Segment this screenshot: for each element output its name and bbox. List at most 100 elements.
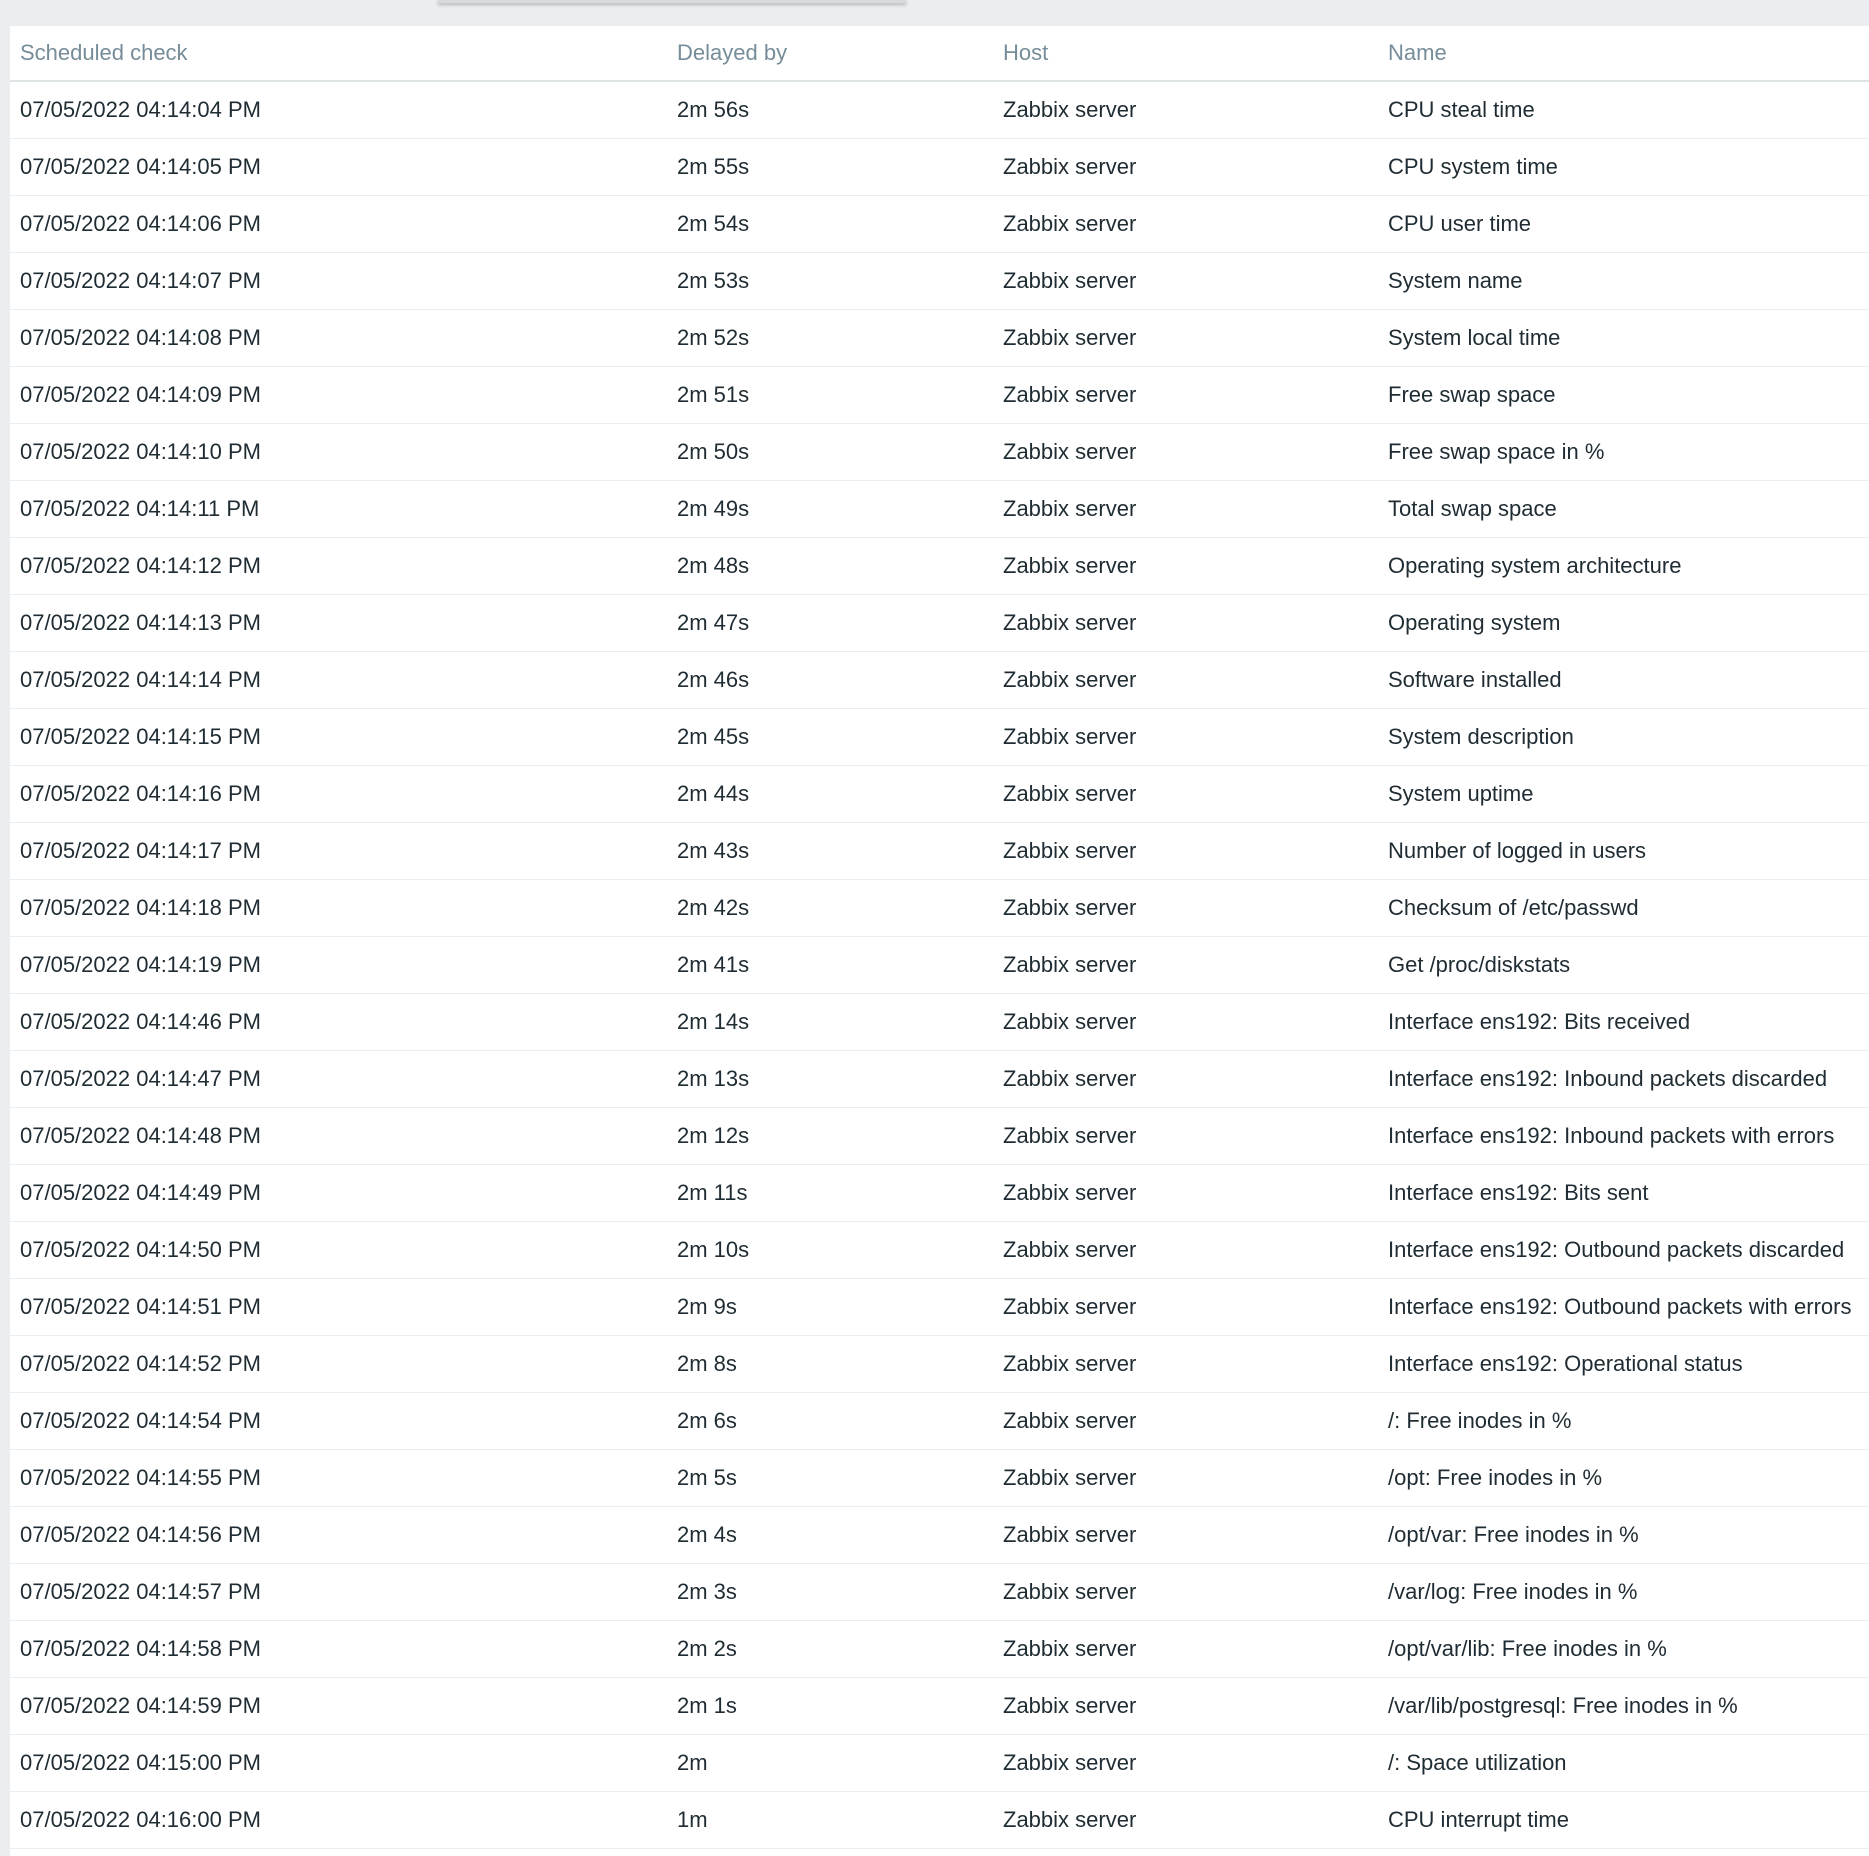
name-cell: CPU system time [1378,138,1869,196]
delayed-by-cell: 2m 41s [667,936,993,994]
table-row: 07/05/2022 04:14:11 PM 2m 49s Zabbix serve… [10,480,1869,538]
delayed-by-cell: 2m 50s [667,423,993,481]
scheduled-check-cell: 07/05/2022 04:14:49 PM [10,1164,667,1222]
host-cell: Zabbix server [993,1107,1378,1165]
scheduled-check-cell: 07/05/2022 04:14:12 PM [10,537,667,595]
host-cell: Zabbix server [993,1050,1378,1108]
delayed-by-cell: 2m 13s [667,1050,993,1108]
column-header-name: Name [1378,26,1869,82]
scheduled-check-cell: 07/05/2022 04:14:10 PM [10,423,667,481]
host-cell: Zabbix server [993,1506,1378,1564]
table-row: 07/05/2022 04:14:52 PM 2m 8s Zabbix server… [10,1335,1869,1393]
table-row: 07/05/2022 04:14:58 PM 2m 2s Zabbix server… [10,1620,1869,1678]
scheduled-check-cell: 07/05/2022 04:14:11 PM [10,480,667,538]
scheduled-check-cell: 07/05/2022 04:14:06 PM [10,195,667,253]
host-cell: Zabbix server [993,195,1378,253]
name-cell: System name [1378,252,1869,310]
name-cell: Interface ens192: Outbound packets with … [1378,1278,1869,1336]
name-cell: /: Free inodes in % [1378,1392,1869,1450]
delayed-by-cell: 2m 45s [667,708,993,766]
delayed-by-cell: 2m 8s [667,1335,993,1393]
scheduled-check-cell: 07/05/2022 04:14:18 PM [10,879,667,937]
name-cell: Interface ens192: Bits received [1378,993,1869,1051]
delayed-by-cell: 2m [667,1734,993,1792]
name-cell: System local time [1378,309,1869,367]
name-cell: CPU steal time [1378,81,1869,139]
host-cell: Zabbix server [993,1164,1378,1222]
scheduled-check-cell: 07/05/2022 04:14:13 PM [10,594,667,652]
delayed-by-cell: 2m 48s [667,537,993,595]
scheduled-check-cell: 07/05/2022 04:14:19 PM [10,936,667,994]
name-cell: Interface ens192: Bits sent [1378,1164,1869,1222]
host-cell: Zabbix server [993,1734,1378,1792]
scheduled-check-cell: 07/05/2022 04:14:47 PM [10,1050,667,1108]
host-cell: Zabbix server [993,252,1378,310]
name-cell: System uptime [1378,765,1869,823]
scheduled-check-cell: 07/05/2022 04:16:00 PM [10,1791,667,1849]
host-cell: Zabbix server [993,993,1378,1051]
table-row: 07/05/2022 04:14:49 PM 2m 11s Zabbix serve… [10,1164,1869,1222]
delayed-by-cell: 2m 5s [667,1449,993,1507]
delayed-by-cell: 2m 11s [667,1164,993,1222]
name-cell: /: Space utilization [1378,1734,1869,1792]
scheduled-check-cell: 07/05/2022 04:14:04 PM [10,81,667,139]
delayed-by-cell: 2m 42s [667,879,993,937]
host-cell: Zabbix server [993,1335,1378,1393]
scheduled-check-cell: 07/05/2022 04:14:48 PM [10,1107,667,1165]
scheduled-check-cell: 07/05/2022 04:14:14 PM [10,651,667,709]
table-row: 07/05/2022 04:14:06 PM 2m 54s Zabbix serve… [10,195,1869,253]
delayed-by-cell: 2m 43s [667,822,993,880]
table-row: 07/05/2022 04:14:55 PM 2m 5s Zabbix server… [10,1449,1869,1507]
scheduled-check-cell: 07/05/2022 04:14:16 PM [10,765,667,823]
table-header: Scheduled check Delayed by Host Name [10,26,1869,82]
top-tab-edge[interactable] [437,0,907,3]
host-cell: Zabbix server [993,1392,1378,1450]
delayed-by-cell: 2m 49s [667,480,993,538]
host-cell: Zabbix server [993,1221,1378,1279]
host-cell: Zabbix server [993,879,1378,937]
name-cell: /var/lib/postgresql: Free inodes in % [1378,1677,1869,1735]
host-cell: Zabbix server [993,594,1378,652]
name-cell: Software installed [1378,651,1869,709]
table-row: 07/05/2022 04:14:17 PM 2m 43s Zabbix serve… [10,822,1869,880]
host-cell: Zabbix server [993,81,1378,139]
delayed-by-cell: 2m 53s [667,252,993,310]
delayed-by-cell: 2m 55s [667,138,993,196]
table-body: 07/05/2022 04:14:04 PM 2m 56s Zabbix serve… [10,81,1869,1849]
page: Scheduled check Delayed by Host Name 07/… [0,0,1869,1856]
name-cell: Total swap space [1378,480,1869,538]
delayed-by-cell: 2m 12s [667,1107,993,1165]
name-cell: /opt/var/lib: Free inodes in % [1378,1620,1869,1678]
delayed-by-cell: 2m 6s [667,1392,993,1450]
name-cell: Interface ens192: Operational status [1378,1335,1869,1393]
host-cell: Zabbix server [993,480,1378,538]
table-row: 07/05/2022 04:14:51 PM 2m 9s Zabbix server… [10,1278,1869,1336]
host-cell: Zabbix server [993,765,1378,823]
name-cell: Operating system architecture [1378,537,1869,595]
scheduled-check-cell: 07/05/2022 04:14:56 PM [10,1506,667,1564]
scheduled-check-cell: 07/05/2022 04:14:59 PM [10,1677,667,1735]
queue-table: Scheduled check Delayed by Host Name 07/… [10,26,1869,1849]
delayed-by-cell: 2m 2s [667,1620,993,1678]
name-cell: System description [1378,708,1869,766]
table-row: 07/05/2022 04:14:54 PM 2m 6s Zabbix server… [10,1392,1869,1450]
host-cell: Zabbix server [993,1563,1378,1621]
scheduled-check-cell: 07/05/2022 04:15:00 PM [10,1734,667,1792]
name-cell: Interface ens192: Outbound packets disca… [1378,1221,1869,1279]
name-cell: CPU user time [1378,195,1869,253]
table-row: 07/05/2022 04:14:57 PM 2m 3s Zabbix server… [10,1563,1869,1621]
delayed-by-cell: 2m 46s [667,651,993,709]
name-cell: /opt: Free inodes in % [1378,1449,1869,1507]
host-cell: Zabbix server [993,1620,1378,1678]
host-cell: Zabbix server [993,366,1378,424]
delayed-by-cell: 2m 56s [667,81,993,139]
name-cell: Operating system [1378,594,1869,652]
scheduled-check-cell: 07/05/2022 04:14:54 PM [10,1392,667,1450]
host-cell: Zabbix server [993,1449,1378,1507]
name-cell: Number of logged in users [1378,822,1869,880]
name-cell: /var/log: Free inodes in % [1378,1563,1869,1621]
delayed-by-cell: 2m 14s [667,993,993,1051]
delayed-by-cell: 2m 54s [667,195,993,253]
delayed-by-cell: 2m 47s [667,594,993,652]
delayed-by-cell: 1m [667,1791,993,1849]
